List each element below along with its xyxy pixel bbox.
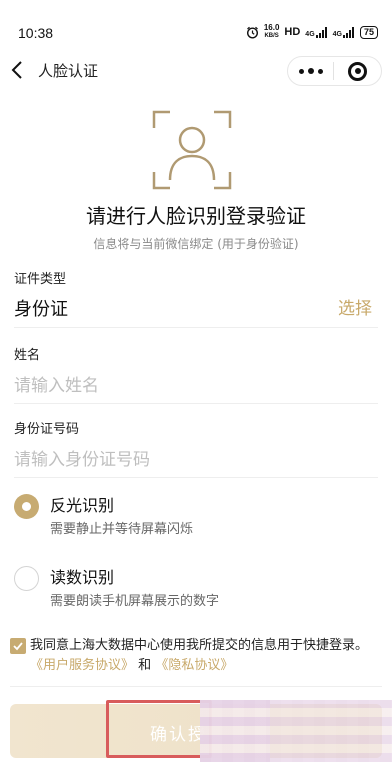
id-type-field[interactable]: 证件类型 身份证 选择 bbox=[14, 268, 378, 328]
mosaic-overlay bbox=[270, 700, 392, 762]
status-bar: 10:38 16.0 KB/S HD 4G 4G 75 bbox=[0, 0, 392, 41]
nav-bar: 人脸认证 bbox=[0, 50, 392, 90]
method-reflection-option[interactable]: 反光识别 需要静止并等待屏幕闪烁 bbox=[14, 490, 378, 546]
signal-1: 4G bbox=[305, 26, 327, 38]
radio-unchecked-icon[interactable] bbox=[14, 566, 39, 591]
divider bbox=[10, 686, 382, 687]
check-icon bbox=[13, 642, 23, 651]
id-type-value: 身份证 bbox=[14, 299, 68, 320]
status-time: 10:38 bbox=[18, 25, 54, 41]
miniprogram-close-icon[interactable] bbox=[334, 56, 381, 86]
id-number-field[interactable]: 身份证号码 请输入身份证号码 bbox=[14, 418, 378, 478]
agreement-checkbox[interactable] bbox=[10, 638, 26, 654]
subtitle: 信息将与当前微信绑定 (用于身份验证) bbox=[93, 237, 299, 251]
name-input[interactable]: 请输入姓名 bbox=[14, 371, 378, 396]
chevron-left-icon[interactable] bbox=[6, 58, 30, 82]
agreement: 我同意上海大数据中心使用我所提交的信息用于快捷登录。 《用户服务协议》 和 《隐… bbox=[10, 636, 380, 676]
name-label: 姓名 bbox=[14, 348, 41, 363]
signal-bars-icon bbox=[315, 26, 327, 38]
id-number-input[interactable]: 请输入身份证号码 bbox=[14, 445, 378, 470]
miniprogram-capsule bbox=[287, 56, 382, 86]
face-frame-icon bbox=[152, 110, 232, 190]
id-type-label: 证件类型 bbox=[14, 272, 67, 287]
user-service-agreement-link[interactable]: 《用户服务协议》 bbox=[30, 658, 134, 673]
main-title: 请进行人脸识别登录验证 bbox=[86, 204, 306, 228]
alarm-icon bbox=[246, 26, 258, 39]
method-desc: 需要朗读手机屏幕展示的数字 bbox=[50, 594, 220, 609]
bottom-area: 确认授 bbox=[0, 700, 392, 762]
network-speed: 16.0 KB/S bbox=[263, 23, 280, 40]
battery-icon: 75 bbox=[359, 25, 378, 39]
id-number-label: 身份证号码 bbox=[14, 422, 80, 437]
mosaic-overlay bbox=[200, 700, 270, 762]
signal-bars-icon bbox=[342, 26, 354, 38]
privacy-agreement-link[interactable]: 《隐私协议》 bbox=[155, 658, 233, 673]
agreement-and: 和 bbox=[138, 658, 152, 673]
method-title: 读数识别 bbox=[50, 568, 115, 587]
confirm-button-label: 确认授 bbox=[150, 725, 207, 745]
select-id-type-button[interactable]: 选择 bbox=[338, 294, 372, 319]
method-reading-option[interactable]: 读数识别 需要朗读手机屏幕展示的数字 bbox=[14, 562, 378, 618]
name-field[interactable]: 姓名 请输入姓名 bbox=[14, 344, 378, 404]
method-desc: 需要静止并等待屏幕闪烁 bbox=[50, 522, 194, 537]
radio-checked-icon[interactable] bbox=[14, 494, 39, 519]
method-title: 反光识别 bbox=[50, 496, 115, 515]
signal-2: 4G bbox=[333, 26, 355, 38]
status-icons: 16.0 KB/S HD 4G 4G 75 bbox=[246, 24, 378, 40]
more-dots-icon[interactable] bbox=[288, 56, 333, 86]
hd-indicator: HD bbox=[284, 26, 301, 38]
page-title: 人脸认证 bbox=[38, 62, 99, 80]
agreement-text: 我同意上海大数据中心使用我所提交的信息用于快捷登录。 《用户服务协议》 和 《隐… bbox=[30, 638, 369, 673]
